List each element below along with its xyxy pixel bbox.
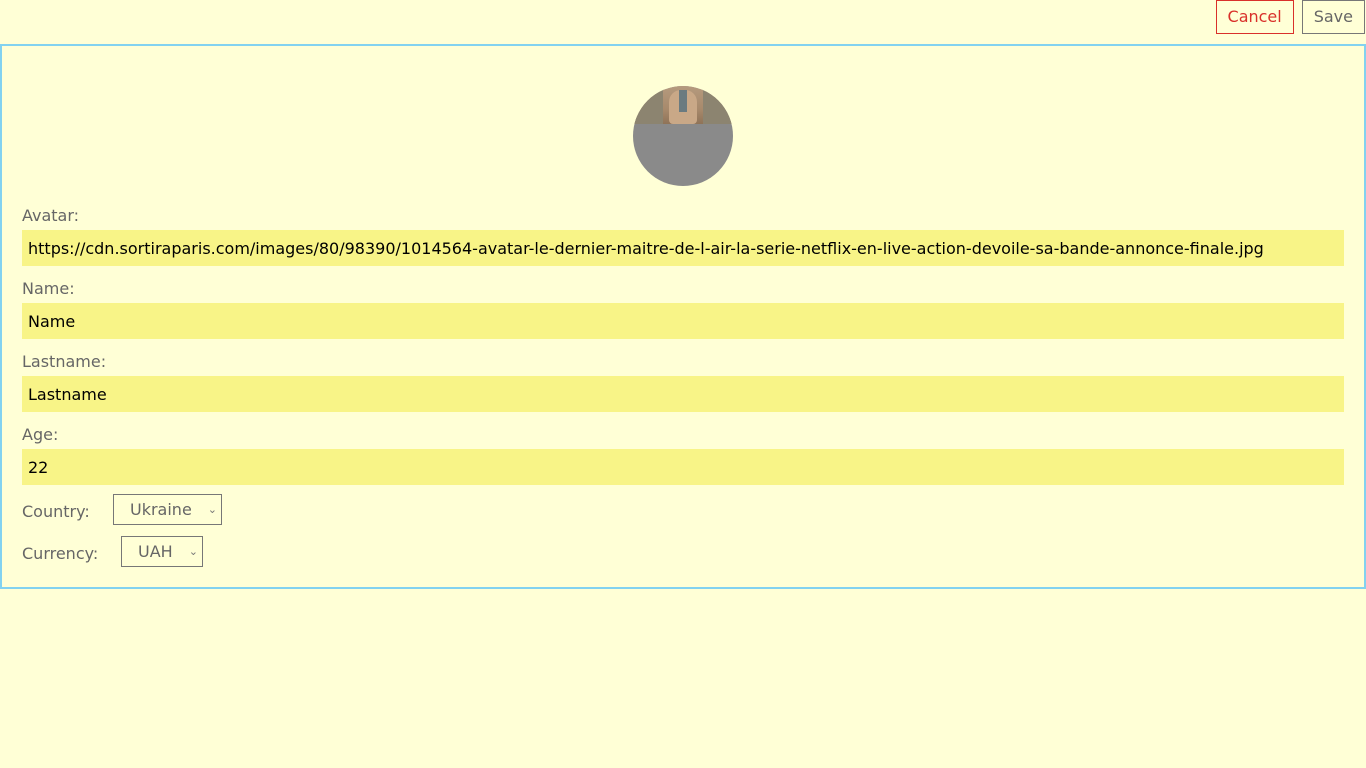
profile-form-panel: Avatar: Name: Lastname: Age: Country: Uk… bbox=[0, 44, 1366, 589]
currency-selected-value: UAH bbox=[138, 542, 173, 561]
avatar-url-input[interactable] bbox=[22, 230, 1344, 266]
lastname-input[interactable] bbox=[22, 376, 1344, 412]
chevron-down-icon: ⌄ bbox=[207, 503, 217, 516]
country-select[interactable]: Ukraine ⌄ bbox=[113, 494, 222, 525]
lastname-label: Lastname: bbox=[22, 352, 107, 371]
avatar-preview bbox=[633, 86, 733, 186]
name-label: Name: bbox=[22, 279, 75, 298]
age-label: Age: bbox=[22, 425, 59, 444]
name-input[interactable] bbox=[22, 303, 1344, 339]
age-input[interactable] bbox=[22, 449, 1344, 485]
chevron-down-icon: ⌄ bbox=[188, 545, 198, 558]
currency-select[interactable]: UAH ⌄ bbox=[121, 536, 203, 567]
save-button[interactable]: Save bbox=[1301, 0, 1365, 34]
avatar-label: Avatar: bbox=[22, 206, 80, 225]
country-selected-value: Ukraine bbox=[130, 500, 192, 519]
cancel-button[interactable]: Cancel bbox=[1215, 0, 1294, 34]
toolbar: Cancel Save bbox=[1215, 0, 1366, 36]
currency-label: Currency: bbox=[22, 544, 99, 563]
country-label: Country: bbox=[22, 502, 90, 521]
